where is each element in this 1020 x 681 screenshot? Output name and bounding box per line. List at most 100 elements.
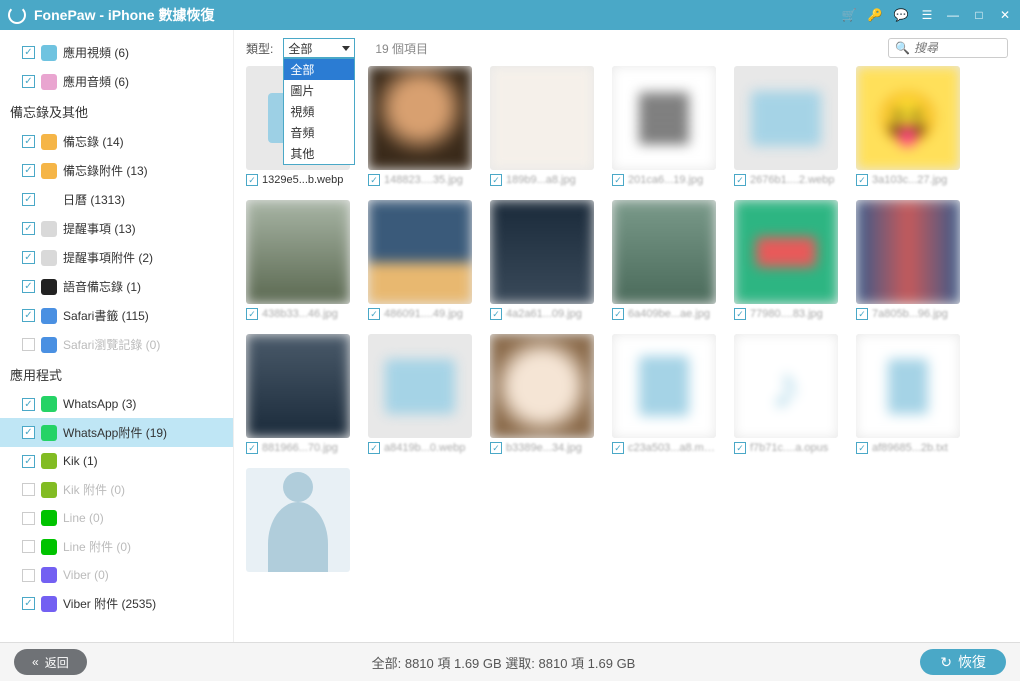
sidebar-item[interactable]: ✓Safari書籤 (115) (0, 301, 233, 330)
thumbnail-image (856, 200, 960, 304)
minimize-icon[interactable]: — (946, 8, 960, 22)
sidebar-item[interactable]: Viber (0) (0, 561, 233, 589)
checkbox-icon[interactable]: ✓ (22, 426, 35, 439)
thumbnail-item[interactable]: ✓6a409be...ae.jpg (612, 200, 716, 320)
search-box[interactable]: 🔍 (888, 38, 1008, 58)
sidebar-item[interactable]: ✓Kik (1) (0, 447, 233, 475)
recover-button[interactable]: ↻ 恢復 (920, 649, 1006, 675)
cart-icon[interactable]: 🛒 (842, 8, 856, 22)
sidebar-item[interactable]: Line (0) (0, 504, 233, 532)
thumbnail-item[interactable]: ✓c23a503...a8.mp4 (612, 334, 716, 454)
thumbnail-item[interactable]: ✓b3389e...34.jpg (490, 334, 594, 454)
thumbnail-caption: ✓ f7b71c....a.opus (734, 442, 838, 454)
thumbnail-item[interactable] (246, 468, 350, 572)
checkbox-icon[interactable] (22, 338, 35, 351)
checkbox-icon[interactable]: ✓ (22, 135, 35, 148)
sidebar-item-label: Viber (0) (63, 568, 109, 582)
thumbnail-item[interactable]: ✓7a805b...96.jpg (856, 200, 960, 320)
key-icon[interactable]: 🔑 (868, 8, 882, 22)
dropdown-option[interactable]: 其他 (284, 143, 354, 164)
search-input[interactable] (914, 41, 1004, 55)
thumbnail-item[interactable]: ✓189b9...a8.jpg (490, 66, 594, 186)
sidebar-item[interactable]: ✓語音備忘錄 (1) (0, 272, 233, 301)
checkbox-icon[interactable]: ✓ (368, 174, 380, 186)
checkbox-icon[interactable]: ✓ (22, 75, 35, 88)
checkbox-icon[interactable]: ✓ (246, 308, 258, 320)
sidebar-item[interactable]: ✓應用視頻 (6) (0, 38, 233, 67)
checkbox-icon[interactable]: ✓ (22, 164, 35, 177)
checkbox-icon[interactable]: ✓ (22, 222, 35, 235)
checkbox-icon[interactable]: ✓ (856, 442, 868, 454)
thumbnail-item[interactable]: ✓486091....49.jpg (368, 200, 472, 320)
sidebar-item[interactable]: ✓ WhatsApp (3) (0, 390, 233, 418)
thumbnail-caption: ✓6a409be...ae.jpg (612, 308, 716, 320)
checkbox-icon[interactable]: ✓ (22, 46, 35, 59)
thumbnail-item[interactable]: ✓77980....83.jpg (734, 200, 838, 320)
checkbox-icon[interactable] (22, 512, 35, 525)
sidebar-item[interactable]: ✓提醒事項附件 (2) (0, 243, 233, 272)
thumbnail-item[interactable]: 😛✓3a103c...27.jpg (856, 66, 960, 186)
checkbox-icon[interactable]: ✓ (856, 308, 868, 320)
thumbnail-item[interactable]: ✓438b33...46.jpg (246, 200, 350, 320)
sidebar-item[interactable]: ✓Viber 附件 (2535) (0, 589, 233, 618)
sidebar-item[interactable]: ✓應用音頻 (6) (0, 67, 233, 96)
sidebar-item-label: 日曆 (1313) (63, 191, 125, 208)
sidebar-item[interactable]: ✓ 備忘錄 (14) (0, 127, 233, 156)
thumbnail-item[interactable]: ✓201ca6...19.jpg (612, 66, 716, 186)
dropdown-option[interactable]: 全部 (284, 59, 354, 80)
checkbox-icon[interactable]: ✓ (246, 174, 258, 186)
checkbox-icon[interactable]: ✓ (22, 309, 35, 322)
checkbox-icon[interactable]: ✓ (856, 174, 868, 186)
thumbnail-item[interactable]: ✓ 4a2a61...09.jpg (490, 200, 594, 320)
close-icon[interactable]: ✕ (998, 8, 1012, 22)
checkbox-icon[interactable]: ✓ (734, 442, 746, 454)
sidebar-item[interactable]: Kik 附件 (0) (0, 475, 233, 504)
checkbox-icon[interactable]: ✓ (22, 597, 35, 610)
thumbnail-filename: 4a2a61...09.jpg (506, 308, 594, 320)
sidebar-item[interactable]: Safari瀏覽記錄 (0) (0, 330, 233, 359)
checkbox-icon[interactable]: ✓ (22, 193, 35, 206)
sidebar-item[interactable]: ✓提醒事項 (13) (0, 214, 233, 243)
checkbox-icon[interactable]: ✓ (490, 308, 502, 320)
checkbox-icon[interactable]: ✓ (22, 280, 35, 293)
dropdown-option[interactable]: 音頻 (284, 122, 354, 143)
checkbox-icon[interactable]: ✓ (368, 308, 380, 320)
checkbox-icon[interactable] (22, 569, 35, 582)
sidebar-item[interactable]: Line 附件 (0) (0, 532, 233, 561)
thumbnail-item[interactable]: ✓af89685...2b.txt (856, 334, 960, 454)
checkbox-icon[interactable]: ✓ (246, 442, 258, 454)
checkbox-icon[interactable]: ✓ (22, 398, 35, 411)
back-button[interactable]: « 返回 (14, 649, 87, 675)
thumbnail-filename: 881966...70.jpg (262, 442, 350, 454)
checkbox-icon[interactable]: ✓ (22, 455, 35, 468)
sidebar-item[interactable]: ✓WhatsApp附件 (19) (0, 418, 233, 447)
thumbnail-item[interactable]: ✓148823....35.jpg (368, 66, 472, 186)
sidebar-item-label: 備忘錄 (14) (63, 133, 124, 150)
checkbox-icon[interactable]: ✓ (612, 442, 624, 454)
checkbox-icon[interactable] (22, 483, 35, 496)
maximize-icon[interactable]: □ (972, 8, 986, 22)
sidebar: ✓應用視頻 (6)✓應用音頻 (6)備忘錄及其他✓備忘錄 (14)✓備忘錄附件 … (0, 30, 234, 642)
thumbnail-item[interactable]: ✓a8419b...0.webp (368, 334, 472, 454)
checkbox-icon[interactable]: ✓ (612, 174, 624, 186)
checkbox-icon[interactable]: ✓ (368, 442, 380, 454)
checkbox-icon[interactable]: ✓ (490, 174, 502, 186)
thumbnail-filename: f7b71c....a.opus (750, 442, 838, 454)
menu-icon[interactable]: ☰ (920, 8, 934, 22)
checkbox-icon[interactable]: ✓ (734, 174, 746, 186)
checkbox-icon[interactable]: ✓ (22, 251, 35, 264)
thumbnail-item[interactable]: ✓ 881966...70.jpg (246, 334, 350, 454)
dropdown-option[interactable]: 視頻 (284, 101, 354, 122)
thumbnail-item[interactable]: ✓2676b1....2.webp (734, 66, 838, 186)
type-dropdown[interactable]: 全部 (283, 38, 355, 58)
sidebar-item-label: WhatsApp (3) (63, 397, 136, 411)
dropdown-option[interactable]: 圖片 (284, 80, 354, 101)
thumbnail-item[interactable]: ♪✓f7b71c....a.opus (734, 334, 838, 454)
checkbox-icon[interactable]: ✓ (612, 308, 624, 320)
sidebar-item[interactable]: ✓23日曆 (1313) (0, 185, 233, 214)
checkbox-icon[interactable] (22, 540, 35, 553)
checkbox-icon[interactable]: ✓ (490, 442, 502, 454)
chat-icon[interactable]: 💬 (894, 8, 908, 22)
sidebar-item[interactable]: ✓備忘錄附件 (13) (0, 156, 233, 185)
checkbox-icon[interactable]: ✓ (734, 308, 746, 320)
